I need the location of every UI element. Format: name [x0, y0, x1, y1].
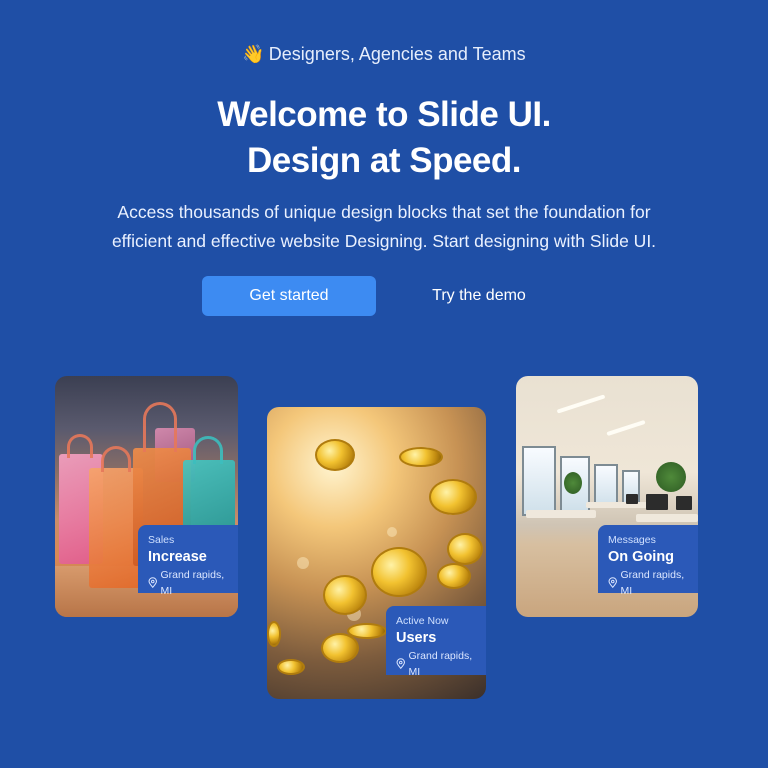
tagline: 👋 Designers, Agencies and Teams — [0, 44, 768, 65]
card-label-messages: Messages On Going Grand rapids, MI — [598, 525, 698, 597]
title-line-1: Welcome to Slide UI. — [217, 95, 551, 134]
get-started-button[interactable]: Get started — [202, 276, 376, 316]
card-title: On Going — [608, 549, 675, 565]
waving-hand-icon: 👋 — [242, 44, 265, 64]
card-location-text: Grand rapids, MI — [408, 650, 473, 678]
card-location: Grand rapids, MI — [608, 567, 688, 599]
card-category: Messages — [608, 534, 656, 546]
card-category: Sales — [148, 534, 175, 546]
card-location-text: Grand rapids, MI — [160, 569, 225, 597]
card-title: Users — [396, 630, 437, 646]
location-pin-icon — [396, 658, 405, 670]
page-title: Welcome to Slide UI. Design at Speed. — [0, 92, 768, 184]
card-label-sales: Sales Increase Grand rapids, MI — [138, 525, 238, 597]
card-title: Increase — [148, 549, 207, 565]
title-line-2: Design at Speed. — [246, 141, 522, 180]
hero-description: Access thousands of unique design blocks… — [70, 198, 698, 256]
location-pin-icon — [148, 577, 157, 589]
card-location: Grand rapids, MI — [396, 648, 476, 680]
card-label-users: Active Now Users Grand rapids, MI — [386, 606, 486, 678]
card-location-text: Grand rapids, MI — [620, 569, 685, 597]
subtitle-line-1: Access thousands of unique design blocks… — [117, 202, 651, 222]
tagline-text: Designers, Agencies and Teams — [268, 44, 526, 64]
subtitle-line-2: efficient and effective website Designin… — [111, 231, 657, 251]
card-location: Grand rapids, MI — [148, 567, 228, 599]
card-category: Active Now — [396, 615, 449, 627]
location-pin-icon — [608, 577, 617, 589]
try-demo-link[interactable]: Try the demo — [394, 276, 564, 316]
